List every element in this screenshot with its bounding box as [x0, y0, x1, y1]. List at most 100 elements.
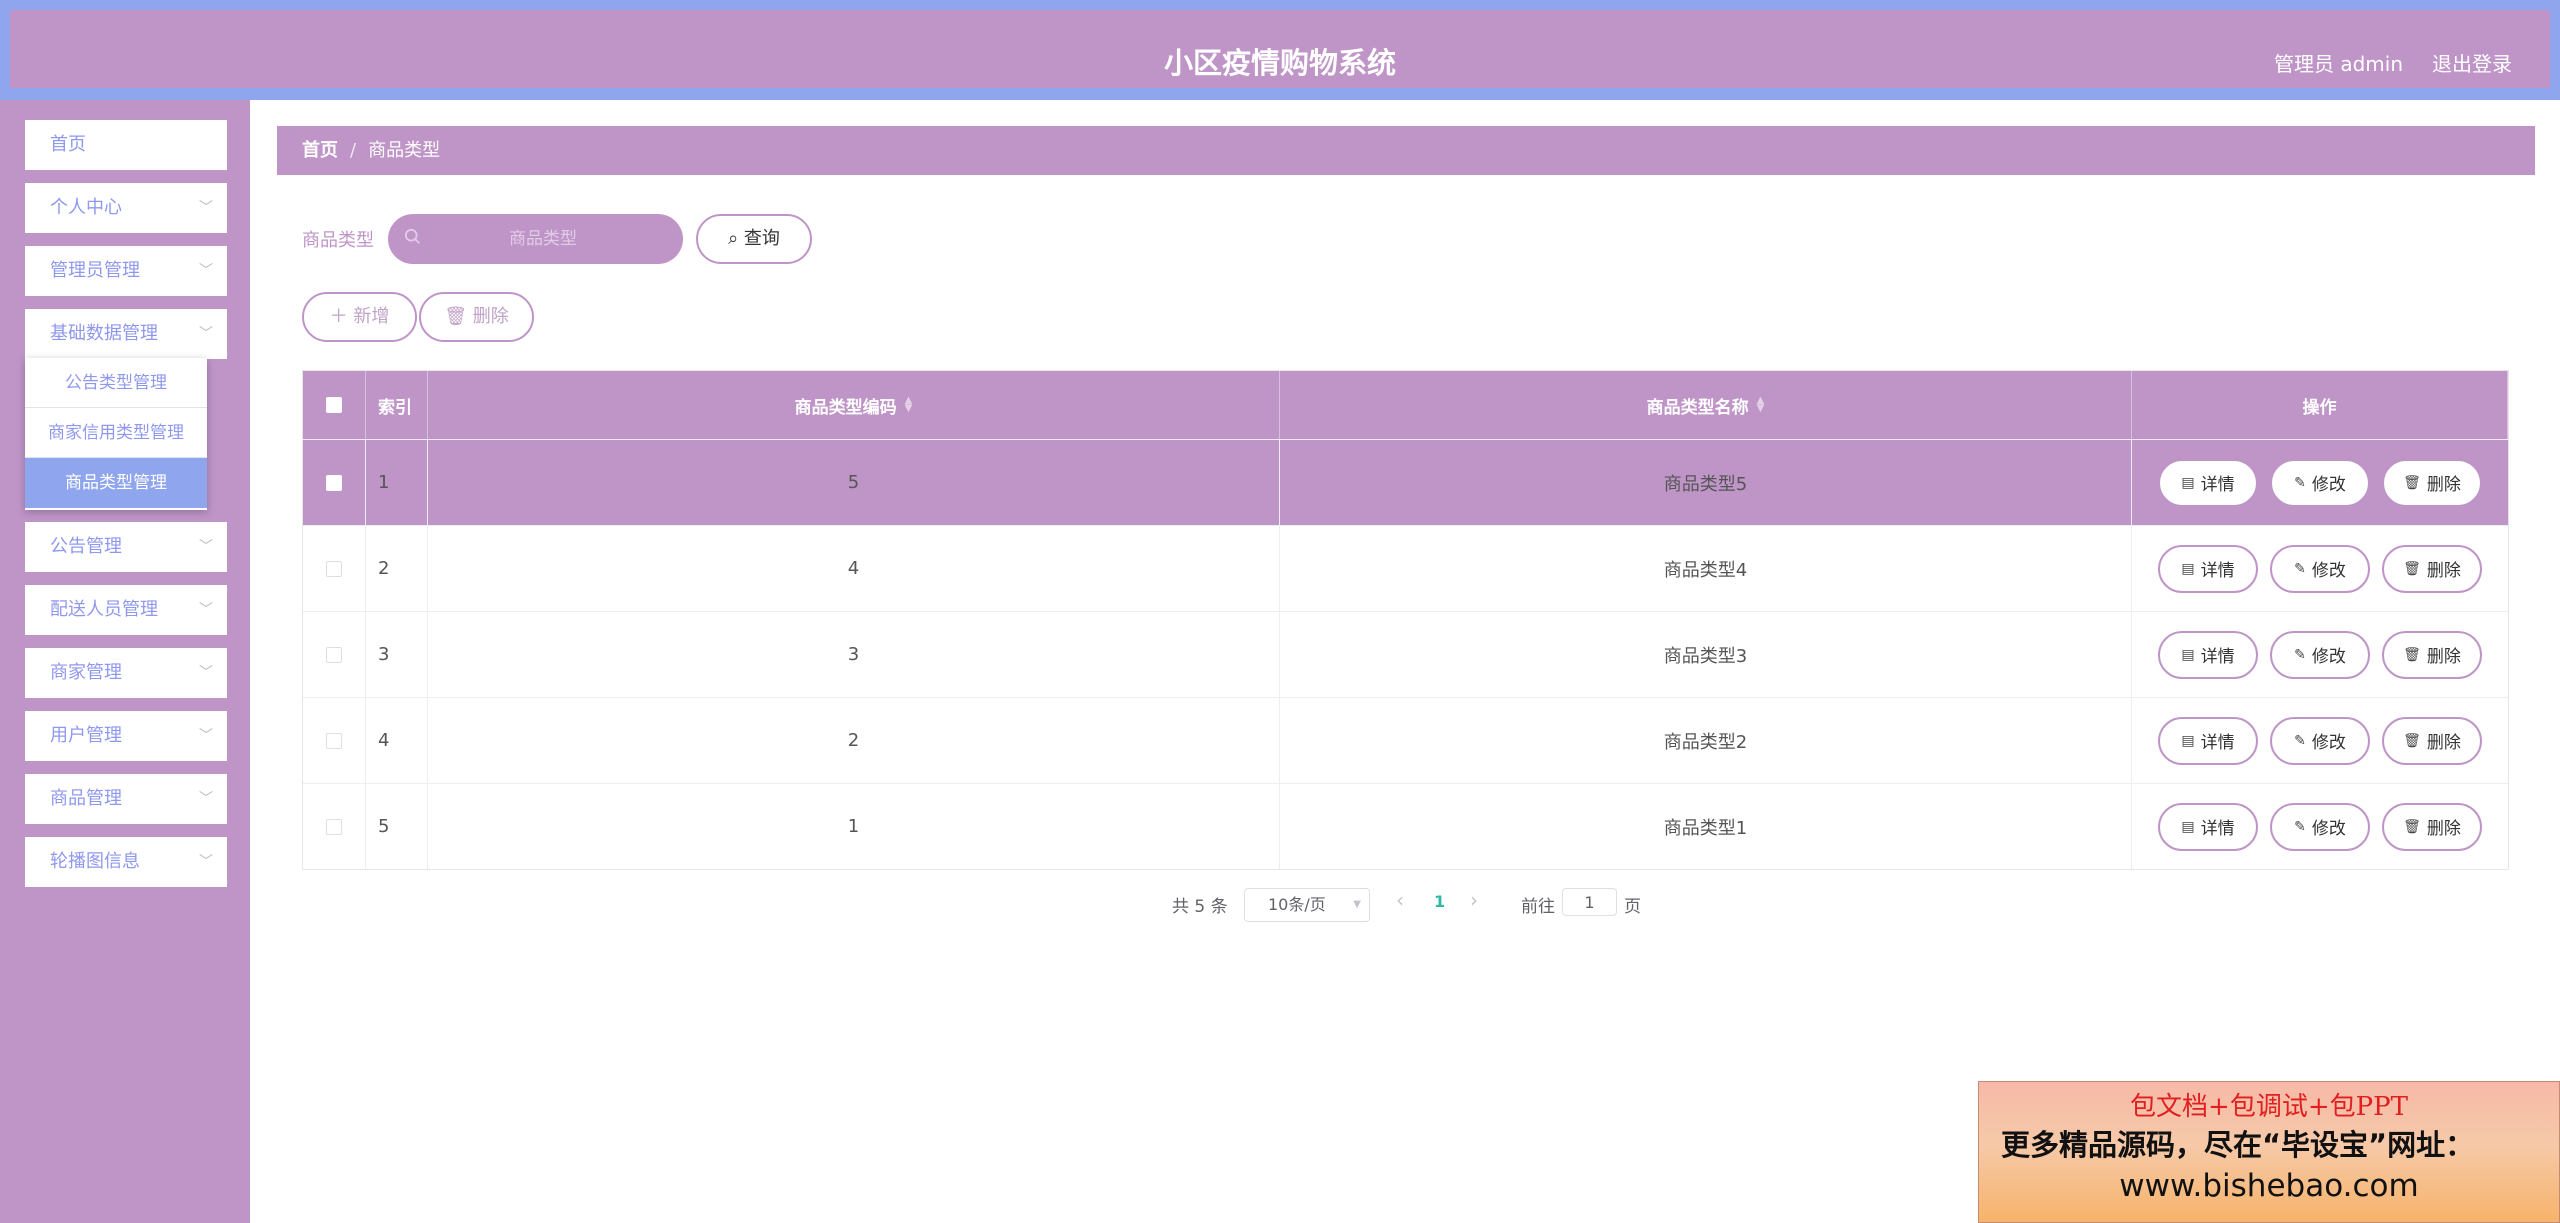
table-row[interactable]: 3 3 商品类型3 ▤ 详情 ✎ 修改 🗑 删除: [303, 611, 2508, 697]
batch-delete-button[interactable]: 🗑 删除: [419, 292, 534, 342]
logout-link[interactable]: 退出登录: [2432, 48, 2512, 77]
chevron-down-icon: ﹀: [199, 602, 213, 618]
row-checkbox[interactable]: [326, 818, 342, 835]
delete-button[interactable]: 🗑 删除: [2382, 716, 2482, 765]
row-actions: ▤ 详情 ✎ 修改 🗑 删除: [2132, 526, 2508, 611]
pencil-icon: ✎: [2294, 818, 2306, 835]
row-name: 商品类型5: [1280, 440, 2132, 525]
search-icon: ⌕: [728, 228, 739, 249]
sidebar-item-notice-management[interactable]: 公告管理 ﹀: [25, 522, 227, 572]
row-code: 5: [428, 440, 1280, 525]
sidebar-item-label: 公告管理: [50, 536, 122, 557]
submenu-item-merchant-credit-type[interactable]: 商家信用类型管理: [25, 408, 207, 458]
edit-button[interactable]: ✎ 修改: [2270, 802, 2370, 851]
sort-icon[interactable]: ▲ ▼: [905, 396, 913, 414]
row-checkbox-cell: [303, 526, 366, 611]
search-label: 商品类型: [302, 230, 374, 251]
document-icon: ▤: [2181, 646, 2195, 663]
sidebar-item-carousel[interactable]: 轮播图信息 ﹀: [25, 837, 227, 887]
goto-suffix: 页: [1624, 897, 1641, 917]
table-row[interactable]: 2 4 商品类型4 ▤ 详情 ✎ 修改 🗑 删除: [303, 525, 2508, 611]
plus-icon: ＋: [329, 306, 348, 327]
document-icon: ▤: [2181, 818, 2195, 835]
add-button-label: 新增: [353, 306, 390, 327]
row-name: 商品类型3: [1280, 612, 2132, 697]
next-page-button[interactable]: ›: [1470, 888, 1478, 912]
row-name: 商品类型4: [1280, 526, 2132, 611]
detail-button[interactable]: ▤ 详情: [2158, 716, 2258, 765]
delete-label: 删除: [2426, 733, 2461, 753]
chevron-down-icon: ﹀: [199, 326, 213, 342]
sort-icon[interactable]: ▲ ▼: [1757, 396, 1765, 414]
edit-button[interactable]: ✎ 修改: [2270, 458, 2370, 507]
trash-icon: 🗑: [2403, 560, 2421, 577]
row-index: 3: [366, 612, 428, 697]
delete-button[interactable]: 🗑 删除: [2382, 630, 2482, 679]
detail-button[interactable]: ▤ 详情: [2158, 802, 2258, 851]
basic-data-submenu: 公告类型管理 商家信用类型管理 商品类型管理: [25, 358, 207, 510]
sidebar-item-merchant-management[interactable]: 商家管理 ﹀: [25, 648, 227, 698]
edit-label: 修改: [2311, 561, 2346, 581]
row-checkbox[interactable]: [326, 732, 342, 749]
table-row[interactable]: 4 2 商品类型2 ▤ 详情 ✎ 修改 🗑 删除: [303, 697, 2508, 783]
header-ops: 操作: [2132, 371, 2508, 439]
row-actions: ▤ 详情 ✎ 修改 🗑 删除: [2132, 784, 2508, 869]
watermark-line2: 更多精品源码，尽在“毕设宝”网址：: [2001, 1128, 2475, 1162]
detail-label: 详情: [2200, 561, 2235, 581]
goto-label: 前往: [1521, 897, 1555, 917]
breadcrumb-current: 商品类型: [368, 140, 441, 161]
edit-label: 修改: [2311, 475, 2346, 495]
search-input[interactable]: [428, 214, 658, 264]
query-button[interactable]: ⌕ 查询: [696, 214, 812, 264]
product-type-table: 索引 商品类型编码 ▲ ▼ 商品类型名称 ▲ ▼ 操作 1 5 商品类型5 ▤ 详情 ✎ 修…: [302, 370, 2509, 870]
header-name[interactable]: 商品类型名称 ▲ ▼: [1280, 371, 2132, 439]
row-name: 商品类型1: [1280, 784, 2132, 869]
detail-button[interactable]: ▤ 详情: [2158, 544, 2258, 593]
sidebar-item-home[interactable]: 首页: [25, 120, 227, 170]
row-index: 4: [366, 698, 428, 783]
page-size-select[interactable]: 10条/页 ▼: [1244, 888, 1370, 922]
edit-button[interactable]: ✎ 修改: [2270, 544, 2370, 593]
delete-label: 删除: [2426, 819, 2461, 839]
edit-button[interactable]: ✎ 修改: [2270, 716, 2370, 765]
breadcrumb-home[interactable]: 首页: [302, 140, 338, 161]
search-field[interactable]: [388, 214, 683, 264]
pencil-icon: ✎: [2294, 474, 2306, 491]
sidebar-item-label: 首页: [50, 134, 86, 155]
page-size-value: 10条/页: [1268, 895, 1326, 914]
sidebar-item-user-management[interactable]: 用户管理 ﹀: [25, 711, 227, 761]
row-checkbox[interactable]: [326, 560, 342, 577]
edit-button[interactable]: ✎ 修改: [2270, 630, 2370, 679]
delete-button[interactable]: 🗑 删除: [2382, 544, 2482, 593]
header-code[interactable]: 商品类型编码 ▲ ▼: [428, 371, 1280, 439]
table-row[interactable]: 1 5 商品类型5 ▤ 详情 ✎ 修改 🗑 删除: [303, 439, 2508, 525]
header-checkbox-cell: [303, 371, 366, 439]
pagination-total: 共 5 条: [1172, 897, 1228, 917]
table-row[interactable]: 5 1 商品类型1 ▤ 详情 ✎ 修改 🗑 删除: [303, 783, 2508, 869]
document-icon: ▤: [2181, 560, 2195, 577]
detail-button[interactable]: ▤ 详情: [2158, 458, 2258, 507]
sidebar-item-product-management[interactable]: 商品管理 ﹀: [25, 774, 227, 824]
trash-icon: 🗑: [2403, 474, 2421, 491]
select-all-checkbox[interactable]: [326, 397, 342, 413]
pencil-icon: ✎: [2294, 732, 2306, 749]
submenu-item-product-type[interactable]: 商品类型管理: [25, 458, 207, 508]
prev-page-button[interactable]: ‹: [1396, 888, 1404, 912]
detail-button[interactable]: ▤ 详情: [2158, 630, 2258, 679]
delete-button[interactable]: 🗑 删除: [2382, 458, 2482, 507]
sidebar-item-basic-data[interactable]: 基础数据管理 ﹀: [25, 309, 227, 359]
row-checkbox[interactable]: [326, 646, 342, 663]
sidebar-item-admin-management[interactable]: 管理员管理 ﹀: [25, 246, 227, 296]
page-number-current[interactable]: 1: [1434, 892, 1445, 911]
breadcrumb: 首页 / 商品类型: [277, 126, 2535, 175]
add-button[interactable]: ＋ 新增: [302, 292, 417, 342]
header-index: 索引: [366, 371, 428, 439]
submenu-item-notice-type[interactable]: 公告类型管理: [25, 358, 207, 408]
breadcrumb-separator: /: [350, 140, 357, 161]
sidebar-item-delivery-staff[interactable]: 配送人员管理 ﹀: [25, 585, 227, 635]
row-checkbox[interactable]: [326, 474, 342, 491]
delete-button[interactable]: 🗑 删除: [2382, 802, 2482, 851]
app-title: 小区疫情购物系统: [1163, 46, 1396, 80]
sidebar-item-personal-center[interactable]: 个人中心 ﹀: [25, 183, 227, 233]
goto-page-input[interactable]: [1562, 888, 1617, 916]
